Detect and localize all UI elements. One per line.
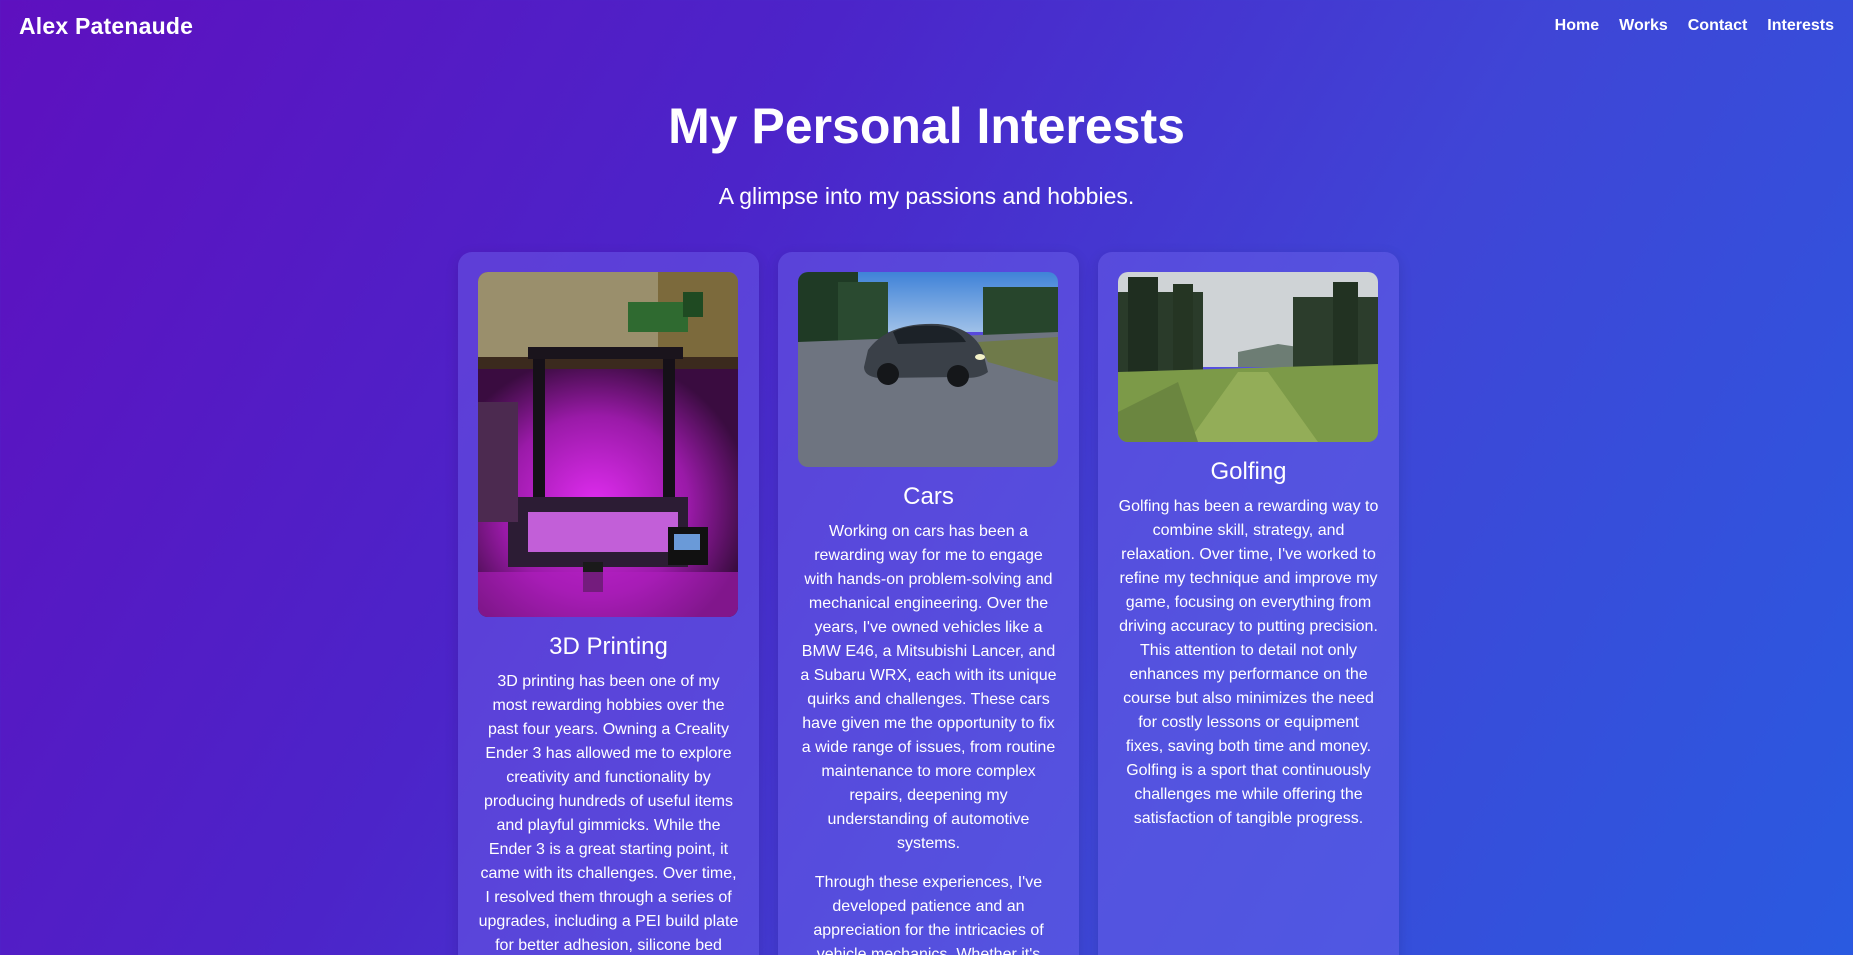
nav-link-home[interactable]: Home [1555, 17, 1599, 35]
card-paragraph: 3D printing has been one of my most rewa… [478, 673, 739, 954]
page-subtitle: A glimpse into my passions and hobbies. [718, 183, 1135, 209]
card-title: Cars [903, 483, 954, 510]
top-navbar: Alex Patenaude Home Works Contact Intere… [0, 0, 1853, 52]
interest-card-cars: Cars Working on cars has been a rewardin… [778, 252, 1079, 955]
card-title: 3D Printing [549, 633, 668, 660]
hero-section: My Personal Interests A glimpse into my … [0, 96, 1853, 210]
interest-cards: 3D Printing 3D printing has been one of … [458, 252, 1399, 955]
page-title: My Personal Interests [668, 98, 1185, 154]
site-brand[interactable]: Alex Patenaude [19, 13, 193, 40]
nav-link-works[interactable]: Works [1619, 17, 1668, 35]
interest-card-3d-printing: 3D Printing 3D printing has been one of … [458, 252, 759, 955]
card-paragraph: Working on cars has been a rewarding way… [800, 523, 1057, 852]
card-paragraph: Through these experiences, I've develope… [813, 874, 1044, 955]
card-title: Golfing [1210, 458, 1287, 485]
3d-printer-photo [478, 272, 738, 617]
nav-link-interests[interactable]: Interests [1767, 17, 1834, 35]
card-paragraph: Golfing has been a rewarding way to comb… [1118, 498, 1379, 827]
interest-card-golfing: Golfing Golfing has been a rewarding way… [1098, 252, 1399, 955]
golf-course-photo [1118, 272, 1378, 442]
nav-link-contact[interactable]: Contact [1688, 17, 1748, 35]
nav-links: Home Works Contact Interests [1555, 17, 1834, 35]
car-photo [798, 272, 1058, 467]
